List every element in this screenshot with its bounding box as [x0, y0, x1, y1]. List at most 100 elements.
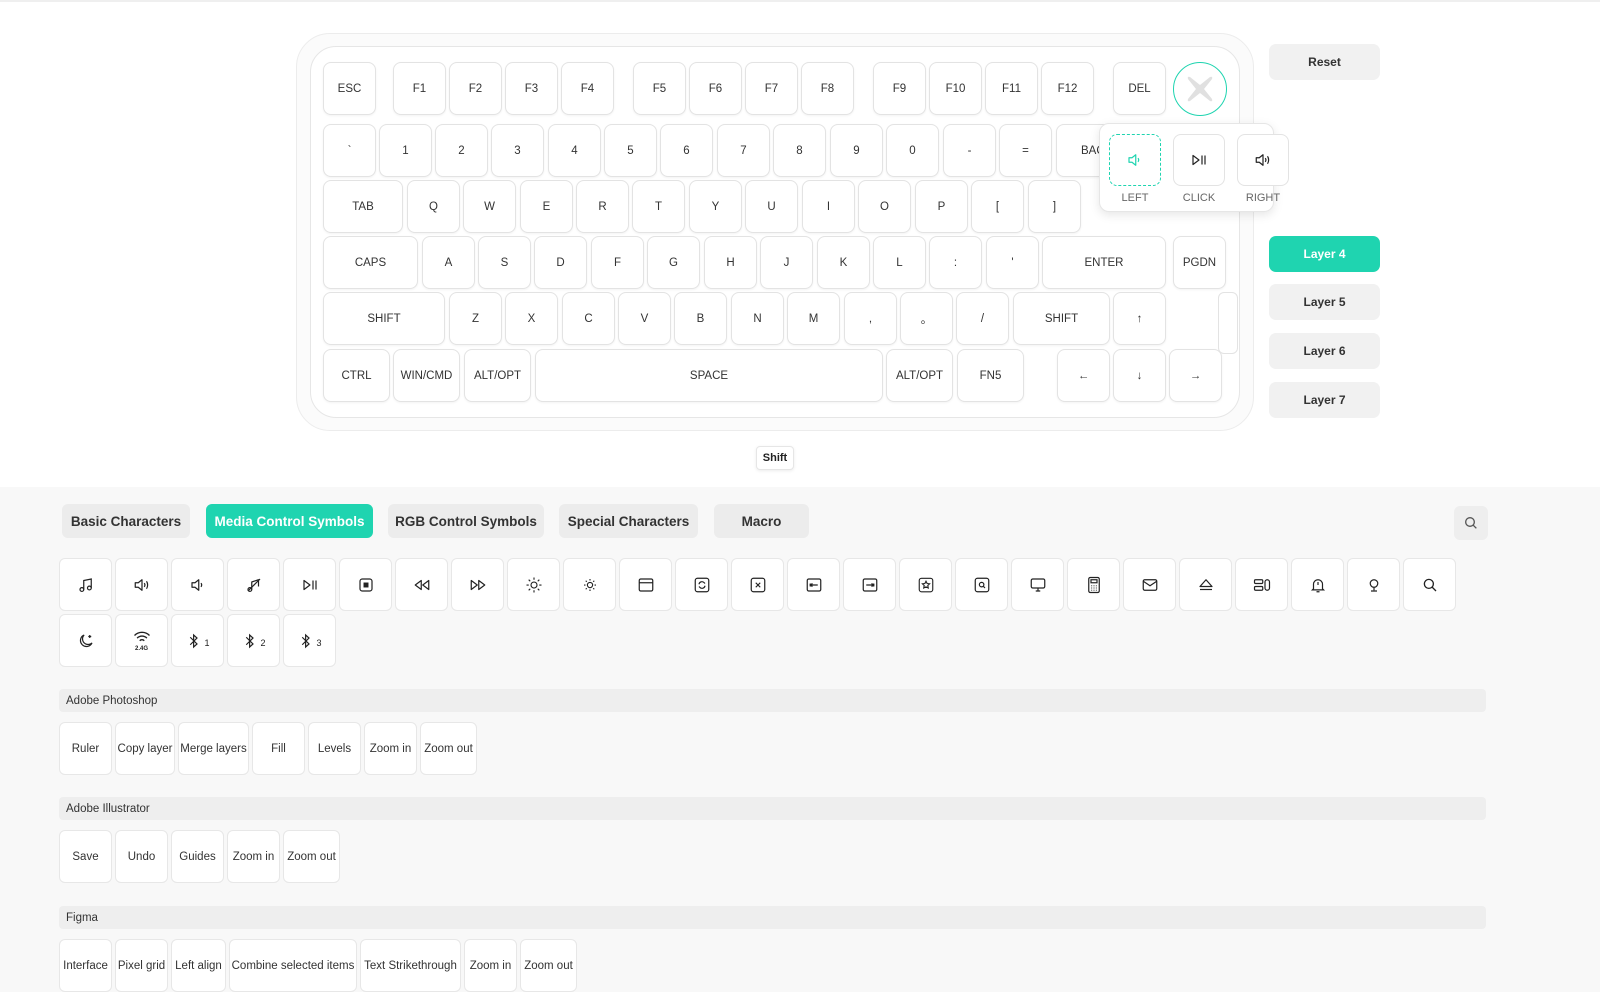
layer-6-button[interactable]: Layer 6 [1269, 333, 1380, 369]
symbol-fast-forward[interactable] [451, 558, 504, 611]
symbol-mail[interactable] [1123, 558, 1176, 611]
side-handle[interactable] [1218, 292, 1238, 354]
macro-zoom-in[interactable]: Zoom in [227, 830, 280, 883]
symbol-brightness-up[interactable] [507, 558, 560, 611]
symbol-favorite[interactable] [899, 558, 952, 611]
key-f5[interactable]: F5 [633, 62, 686, 115]
macro-copy-layer[interactable]: Copy layer [115, 722, 175, 775]
key-u[interactable]: U [745, 180, 798, 233]
symbol-brightness-down[interactable] [563, 558, 616, 611]
knob-right-button[interactable] [1237, 134, 1289, 186]
macro-save[interactable]: Save [59, 830, 112, 883]
key-g[interactable]: G [647, 236, 700, 289]
tab-media-control-symbols[interactable]: Media Control Symbols [206, 504, 373, 538]
key-fn5[interactable]: FN5 [957, 349, 1024, 402]
key-arrow-down[interactable]: ↓ [1113, 349, 1166, 402]
key-enter[interactable]: ENTER [1042, 236, 1166, 289]
layer-5-button[interactable]: Layer 5 [1269, 284, 1380, 320]
macro-combine-selected-items[interactable]: Combine selected items [229, 939, 357, 992]
key-minus[interactable]: - [943, 124, 996, 177]
macro-ruler[interactable]: Ruler [59, 722, 112, 775]
key-o[interactable]: O [858, 180, 911, 233]
key-f12[interactable]: F12 [1041, 62, 1094, 115]
symbol-monitor[interactable] [1011, 558, 1064, 611]
macro-zoom-out[interactable]: Zoom out [420, 722, 477, 775]
key-f4[interactable]: F4 [561, 62, 614, 115]
key-f10[interactable]: F10 [929, 62, 982, 115]
key-f6[interactable]: F6 [689, 62, 742, 115]
key-1[interactable]: 1 [379, 124, 432, 177]
key-colon[interactable]: : [929, 236, 982, 289]
key-tab[interactable]: TAB [323, 180, 403, 233]
layer-7-button[interactable]: Layer 7 [1269, 382, 1380, 418]
symbol-toggle[interactable] [1235, 558, 1288, 611]
symbol-expand[interactable] [843, 558, 896, 611]
knob-click-button[interactable] [1173, 134, 1225, 186]
symbol-microphone[interactable] [1347, 558, 1400, 611]
reset-button[interactable]: Reset [1269, 44, 1380, 80]
symbol-play-pause[interactable] [283, 558, 336, 611]
key-v[interactable]: V [618, 292, 671, 345]
key-x[interactable]: X [505, 292, 558, 345]
key-e[interactable]: E [520, 180, 573, 233]
key-7[interactable]: 7 [717, 124, 770, 177]
macro-guides[interactable]: Guides [171, 830, 224, 883]
layer-4-button[interactable]: Layer 4 [1269, 236, 1380, 272]
key-5[interactable]: 5 [604, 124, 657, 177]
key-d[interactable]: D [534, 236, 587, 289]
key-4[interactable]: 4 [548, 124, 601, 177]
symbol-notification[interactable] [1291, 558, 1344, 611]
macro-text-strikethrough[interactable]: Text Strikethrough [360, 939, 461, 992]
symbol-mute[interactable] [227, 558, 280, 611]
key-caps[interactable]: CAPS [323, 236, 418, 289]
key-period[interactable]: 。 [900, 292, 953, 345]
symbol-search[interactable] [1403, 558, 1456, 611]
symbol-shrink[interactable] [787, 558, 840, 611]
symbol-rewind[interactable] [395, 558, 448, 611]
key-win-cmd[interactable]: WIN/CMD [393, 349, 460, 402]
key-w[interactable]: W [463, 180, 516, 233]
key-f7[interactable]: F7 [745, 62, 798, 115]
key-s[interactable]: S [478, 236, 531, 289]
key-arrow-up[interactable]: ↑ [1113, 292, 1166, 345]
key-h[interactable]: H [704, 236, 757, 289]
symbol-bluetooth-2[interactable]: 2 [227, 614, 280, 667]
key-quote[interactable]: ' [986, 236, 1039, 289]
key-ctrl[interactable]: CTRL [323, 349, 390, 402]
key-left-bracket[interactable]: [ [971, 180, 1024, 233]
key-p[interactable]: P [915, 180, 968, 233]
key-f[interactable]: F [591, 236, 644, 289]
symbol-eject[interactable] [1179, 558, 1232, 611]
symbol-music[interactable] [59, 558, 112, 611]
symbol-bluetooth-3[interactable]: 3 [283, 614, 336, 667]
macro-levels[interactable]: Levels [308, 722, 361, 775]
symbol-calculator[interactable] [1067, 558, 1120, 611]
tab-macro[interactable]: Macro [714, 504, 809, 538]
symbol-volume-down[interactable] [171, 558, 224, 611]
macro-zoom-in[interactable]: Zoom in [364, 722, 417, 775]
tab-basic-characters[interactable]: Basic Characters [62, 504, 190, 538]
key-2[interactable]: 2 [435, 124, 488, 177]
key-f11[interactable]: F11 [985, 62, 1038, 115]
knob-left-button[interactable] [1109, 134, 1161, 186]
macro-pixel-grid[interactable]: Pixel grid [115, 939, 168, 992]
macro-interface[interactable]: Interface [59, 939, 112, 992]
key-space[interactable]: SPACE [535, 349, 883, 402]
macro-fill[interactable]: Fill [252, 722, 305, 775]
symbol-volume-up[interactable] [115, 558, 168, 611]
knob-button[interactable] [1173, 62, 1227, 116]
key-right-shift[interactable]: SHIFT [1013, 292, 1110, 345]
key-r[interactable]: R [576, 180, 629, 233]
key-f2[interactable]: F2 [449, 62, 502, 115]
key-j[interactable]: J [760, 236, 813, 289]
key-9[interactable]: 9 [830, 124, 883, 177]
key-z[interactable]: Z [449, 292, 502, 345]
key-l[interactable]: L [873, 236, 926, 289]
symbol-wireless-2.4g[interactable]: 2.4G [115, 614, 168, 667]
key-k[interactable]: K [817, 236, 870, 289]
key-del[interactable]: DEL [1113, 62, 1166, 115]
key-8[interactable]: 8 [773, 124, 826, 177]
key-pgdn[interactable]: PGDN [1173, 236, 1226, 289]
key-b[interactable]: B [674, 292, 727, 345]
key-equals[interactable]: = [999, 124, 1052, 177]
